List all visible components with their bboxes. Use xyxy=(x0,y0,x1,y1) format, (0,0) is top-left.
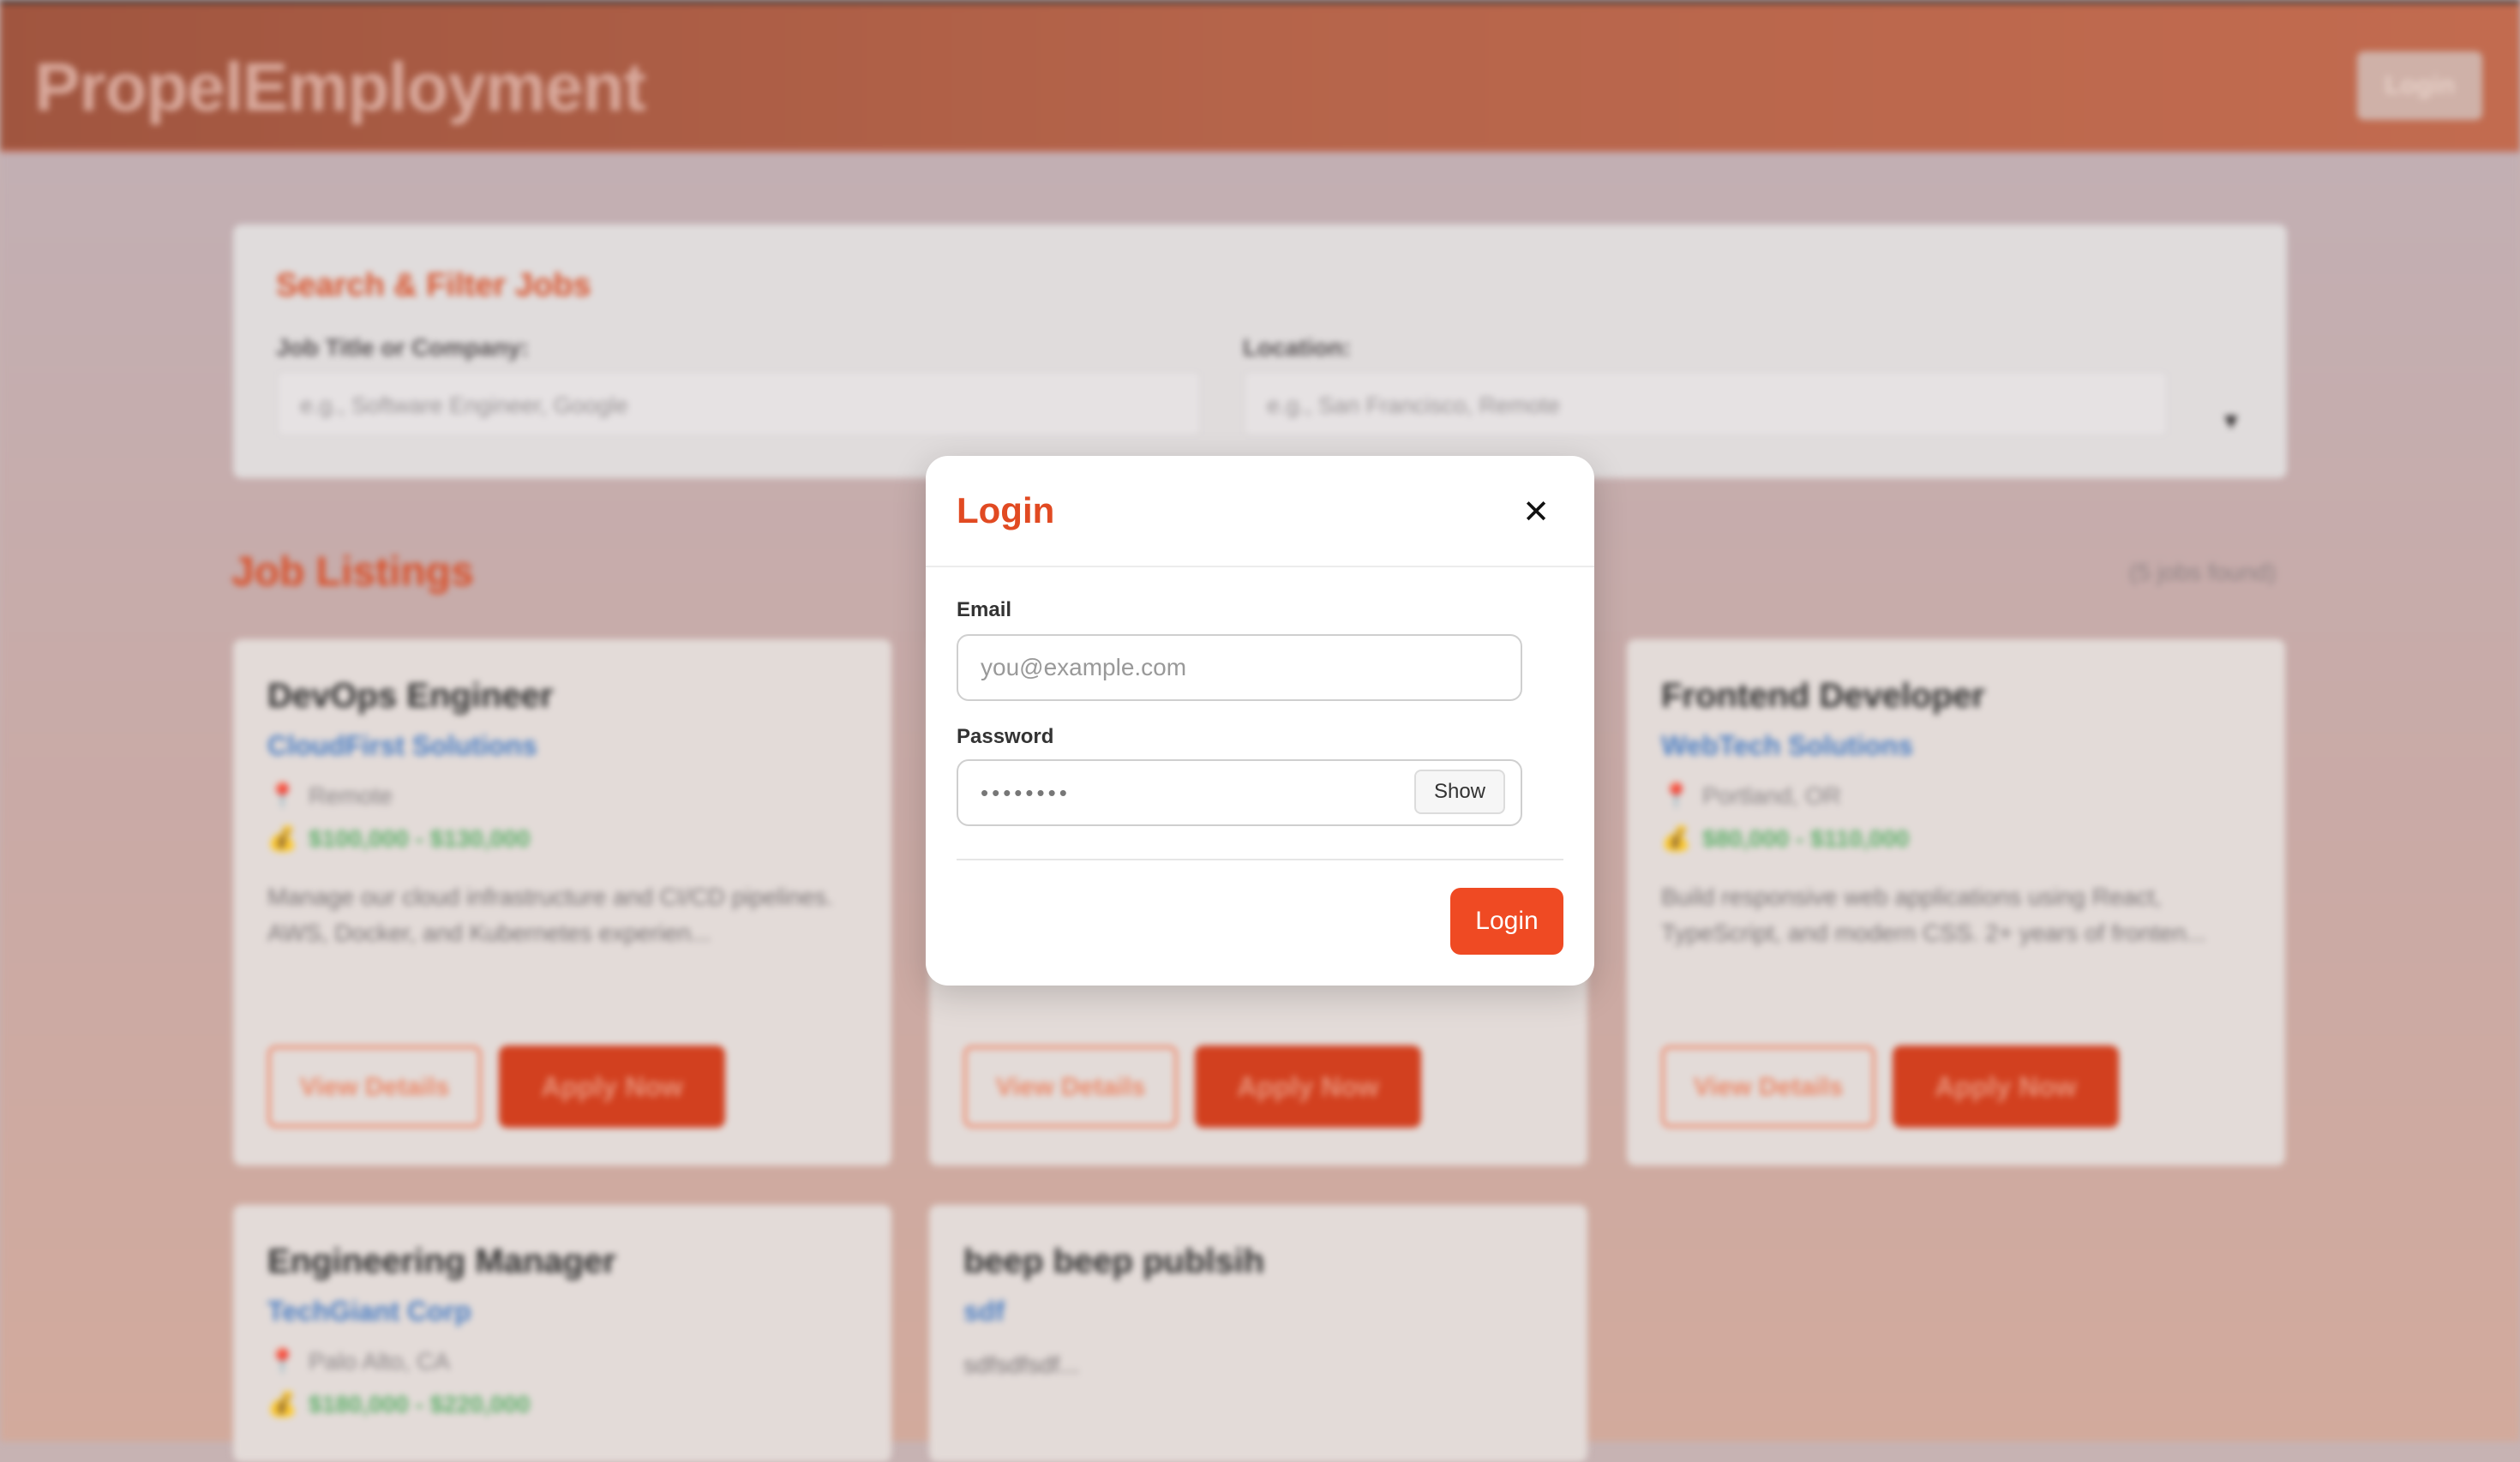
header-login-button[interactable]: Login xyxy=(2357,51,2482,120)
view-details-button[interactable]: View Details xyxy=(267,1046,482,1128)
location-text: Palo Alto, CA xyxy=(309,1348,450,1375)
job-card: beep beep publsih sdf sdfsdfsdf... xyxy=(929,1205,1587,1462)
job-title-input[interactable]: e.g., Software Engineer, Google xyxy=(276,370,1202,437)
filter-title: Search & Filter Jobs xyxy=(276,267,591,303)
money-bag-icon: 💰 xyxy=(267,1391,297,1417)
salary-text: $100,000 - $130,000 xyxy=(309,825,531,852)
modal-header-divider xyxy=(926,566,1594,567)
salary-text: $180,000 - $220,000 xyxy=(309,1391,531,1417)
job-location: 📍 Remote xyxy=(267,782,393,810)
company-link[interactable]: sdf xyxy=(963,1296,1005,1327)
job-card: Engineering Manager TechGiant Corp 📍 Palo… xyxy=(233,1205,891,1462)
site-header: PropelEmployment Login xyxy=(0,3,2520,153)
jobs-count: (5 jobs found) xyxy=(2129,559,2277,585)
job-card: Frontend Developer WebTech Solutions 📍 Po… xyxy=(1627,639,2285,1165)
job-salary: 💰 $80,000 - $110,000 xyxy=(1661,824,1909,853)
apply-now-button[interactable]: Apply Now xyxy=(499,1046,725,1128)
job-title: Frontend Developer xyxy=(1661,677,1985,715)
apply-now-button[interactable]: Apply Now xyxy=(1195,1046,1421,1128)
job-title: beep beep publsih xyxy=(963,1243,1265,1280)
chevron-down-icon[interactable]: ▼ xyxy=(2220,408,2242,434)
close-icon[interactable]: ✕ xyxy=(1514,490,1558,535)
password-value: •••••••• xyxy=(981,780,1071,806)
location-label: Location: xyxy=(1243,334,1351,361)
location-text: Portland, OR xyxy=(1702,782,1841,809)
company-link[interactable]: TechGiant Corp xyxy=(267,1296,471,1327)
job-title: DevOps Engineer xyxy=(267,677,554,715)
company-link[interactable]: CloudFirst Solutions xyxy=(267,730,537,762)
job-description: sdfsdfsdf... xyxy=(963,1351,1080,1378)
view-details-button[interactable]: View Details xyxy=(963,1046,1178,1128)
job-title: Engineering Manager xyxy=(267,1243,616,1280)
pin-icon: 📍 xyxy=(1661,782,1691,809)
job-description: Manage our cloud infrastructure and CI/C… xyxy=(267,884,833,946)
job-salary: 💰 $180,000 - $220,000 xyxy=(267,1390,530,1418)
view-details-button[interactable]: View Details xyxy=(1661,1046,1875,1128)
login-modal: Login ✕ Email you@example.com Password •… xyxy=(926,456,1594,986)
job-location: 📍 Portland, OR xyxy=(1661,782,1841,810)
pin-icon: 📍 xyxy=(267,1348,297,1375)
login-submit-button[interactable]: Login xyxy=(1450,888,1563,955)
job-location: 📍 Palo Alto, CA xyxy=(267,1347,450,1375)
email-field[interactable]: you@example.com xyxy=(957,634,1522,701)
pin-icon: 📍 xyxy=(267,782,297,809)
company-link[interactable]: WebTech Solutions xyxy=(1661,730,1913,762)
modal-title: Login xyxy=(957,490,1055,530)
listings-title: Job Listings xyxy=(231,549,474,595)
password-label: Password xyxy=(957,725,1054,748)
job-title-label: Job Title or Company: xyxy=(276,334,530,361)
modal-footer-divider xyxy=(957,859,1563,860)
location-text: Remote xyxy=(309,782,393,809)
job-card: DevOps Engineer CloudFirst Solutions 📍 Re… xyxy=(233,639,891,1165)
show-password-button[interactable]: Show xyxy=(1414,770,1505,814)
email-label: Email xyxy=(957,598,1012,621)
location-input[interactable]: e.g., San Francisco, Remote xyxy=(1243,370,2169,437)
money-bag-icon: 💰 xyxy=(1661,825,1691,852)
search-filter-panel: Search & Filter Jobs Job Title or Compan… xyxy=(233,225,2287,478)
salary-text: $80,000 - $110,000 xyxy=(1702,825,1910,852)
job-description: Build responsive web applications using … xyxy=(1661,884,2206,946)
brand-logo[interactable]: PropelEmployment xyxy=(34,48,646,127)
apply-now-button[interactable]: Apply Now xyxy=(1893,1046,2119,1128)
money-bag-icon: 💰 xyxy=(267,825,297,852)
job-salary: 💰 $100,000 - $130,000 xyxy=(267,824,530,853)
